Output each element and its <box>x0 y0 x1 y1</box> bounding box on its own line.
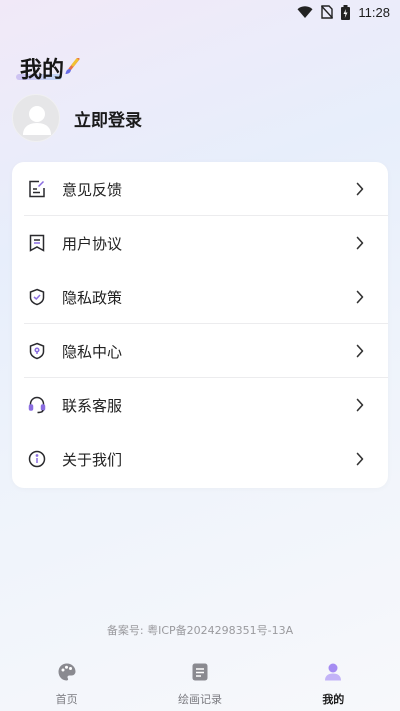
menu-item-feedback[interactable]: 意见反馈 <box>12 162 388 216</box>
chevron-right-icon <box>356 451 364 470</box>
tab-drawing-history[interactable]: 绘画记录 <box>140 655 260 707</box>
user-icon <box>323 662 343 686</box>
profile-login[interactable]: 立即登录 <box>12 94 272 142</box>
menu-item-user-agreement[interactable]: 用户协议 <box>12 216 388 270</box>
tab-bar: 首页 绘画记录 我的 <box>0 655 400 711</box>
chevron-right-icon <box>356 235 364 254</box>
avatar[interactable] <box>12 94 60 142</box>
menu-item-privacy-policy[interactable]: 隐私政策 <box>12 270 388 324</box>
location-shield-icon <box>28 341 46 361</box>
tab-label: 我的 <box>322 693 345 706</box>
battery-icon <box>341 4 351 20</box>
login-button[interactable]: 立即登录 <box>74 106 142 131</box>
tab-label: 首页 <box>55 693 78 706</box>
menu-item-label: 用户协议 <box>62 235 123 253</box>
menu-item-about-us[interactable]: 关于我们 <box>12 432 388 486</box>
avatar-placeholder-icon <box>23 106 51 135</box>
menu-item-label: 隐私政策 <box>62 289 123 307</box>
chevron-right-icon <box>356 181 364 200</box>
tab-mine[interactable]: 我的 <box>273 655 393 707</box>
status-bar: 11:28 <box>0 0 400 24</box>
tab-label: 绘画记录 <box>177 693 222 706</box>
menu-item-contact-support[interactable]: 联系客服 <box>12 378 388 432</box>
no-sim-icon <box>321 5 334 19</box>
tab-home[interactable]: 首页 <box>7 655 127 707</box>
icp-record[interactable]: 备案号: 粤ICP备2024298351号-13A <box>0 622 400 638</box>
feedback-icon <box>28 179 46 199</box>
agreement-icon <box>28 233 46 253</box>
headset-icon <box>28 395 46 415</box>
menu-item-privacy-center[interactable]: 隐私中心 <box>12 324 388 378</box>
status-time: 11:28 <box>358 4 390 20</box>
brush-icon <box>64 57 80 80</box>
chevron-right-icon <box>356 397 364 416</box>
document-icon <box>191 662 209 686</box>
menu-item-label: 隐私中心 <box>62 343 123 361</box>
menu-card: 意见反馈 用户协议 隐私政策 隐私中心 联系客服 关于我们 <box>12 162 388 488</box>
chevron-right-icon <box>356 343 364 362</box>
page-title: 我的 <box>20 58 65 83</box>
privacy-shield-icon <box>28 287 46 307</box>
wifi-icon <box>297 5 313 19</box>
menu-item-label: 关于我们 <box>62 451 123 469</box>
palette-icon <box>57 662 77 686</box>
menu-item-label: 意见反馈 <box>62 181 123 199</box>
info-icon <box>28 449 46 469</box>
menu-item-label: 联系客服 <box>62 397 123 415</box>
chevron-right-icon <box>356 289 364 308</box>
